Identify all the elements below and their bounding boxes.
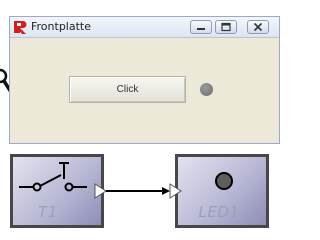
panel-client-area: Click (10, 38, 279, 143)
window-title: Frontplatte (31, 20, 91, 33)
block-label-t1: T1 (38, 203, 58, 221)
close-button[interactable] (247, 20, 269, 34)
led-icon (215, 172, 233, 190)
click-button[interactable]: Click (69, 76, 186, 103)
red-app-icon (14, 21, 27, 34)
front-panel-window: Frontplatte Click (9, 16, 280, 144)
block-t1[interactable]: T1 (10, 154, 104, 228)
led-indicator (200, 83, 213, 96)
maximize-button[interactable] (215, 20, 237, 34)
block-label-led1: LED1 (198, 203, 240, 221)
maximize-icon (221, 22, 231, 32)
window-titlebar[interactable]: Frontplatte (10, 17, 279, 38)
minimize-button[interactable] (190, 20, 212, 34)
minimize-icon (197, 28, 205, 30)
block-led1[interactable]: LED1 (175, 154, 269, 228)
close-icon (253, 22, 263, 32)
arrow-head-icon (162, 187, 170, 195)
push-button-switch-icon (19, 162, 87, 192)
